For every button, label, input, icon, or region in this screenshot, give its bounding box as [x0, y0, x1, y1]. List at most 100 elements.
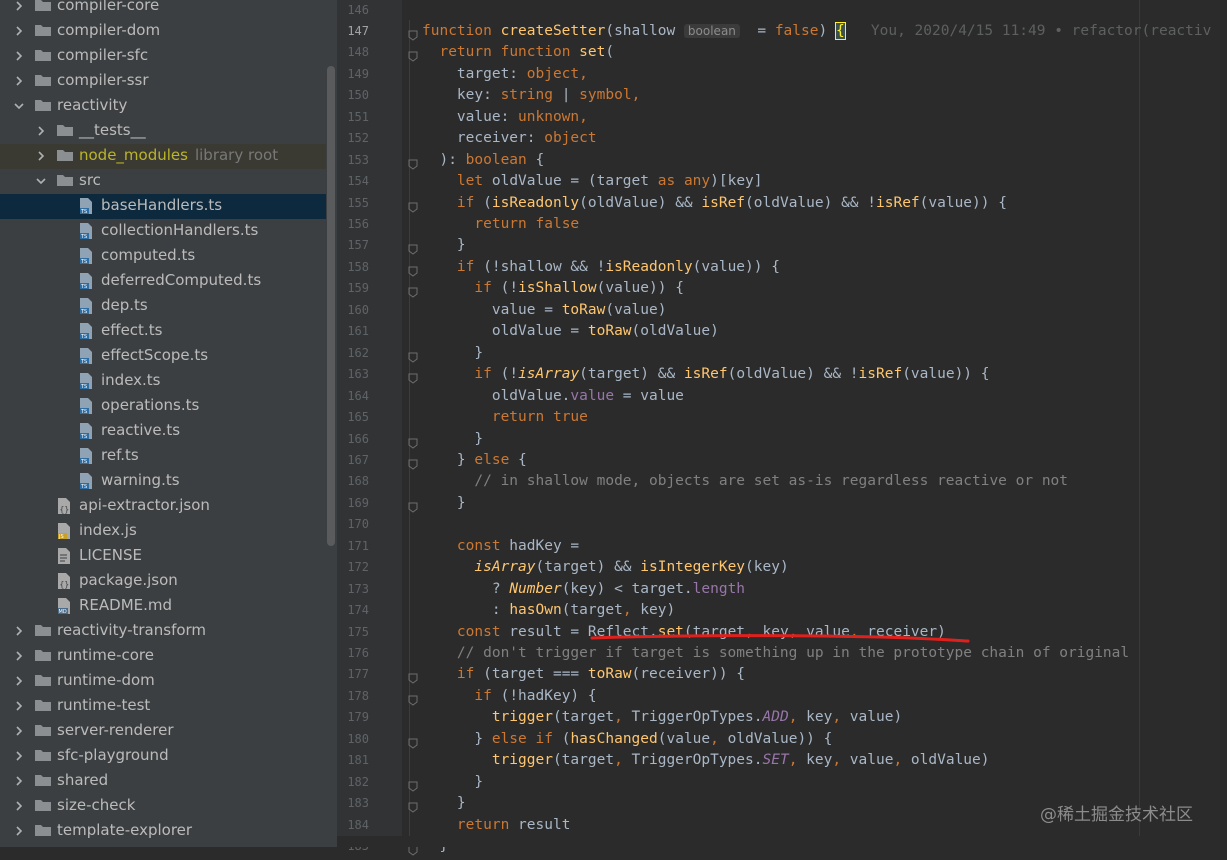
tree-item[interactable]: {} api-extractor.json [0, 494, 326, 519]
code-line[interactable]: if (!isArray(target) && isRef(oldValue) … [422, 364, 989, 385]
tree-item[interactable]: compiler-core [0, 0, 326, 19]
code-line[interactable]: let oldValue = (target as any)[key] [422, 171, 763, 192]
code-line[interactable]: oldValue.value = value [422, 386, 684, 407]
chevron-right-icon[interactable] [12, 697, 26, 715]
tree-item[interactable]: runtime-core [0, 644, 326, 669]
code-line[interactable]: if (target === toRaw(receiver)) { [422, 664, 745, 685]
code-line[interactable]: } [422, 343, 483, 364]
code-line[interactable]: return result [422, 815, 571, 836]
chevron-right-icon[interactable] [12, 747, 26, 765]
code-line[interactable]: } else if (hasChanged(value, oldValue)) … [422, 729, 832, 750]
tree-item[interactable]: node_modules library root [0, 144, 326, 169]
tree-item[interactable]: compiler-sfc [0, 44, 326, 69]
fold-marker-icon[interactable] [408, 262, 418, 277]
tree-item[interactable]: reactivity-transform [0, 619, 326, 644]
code-line[interactable]: ): boolean { [422, 150, 544, 171]
fold-marker-icon[interactable] [408, 798, 418, 813]
fold-marker-icon[interactable] [408, 691, 418, 706]
fold-marker-icon[interactable] [408, 434, 418, 449]
code-line[interactable]: trigger(target, TriggerOpTypes.ADD, key,… [422, 707, 902, 728]
tree-item[interactable]: TS baseHandlers.ts [0, 194, 326, 219]
tree-item[interactable]: TS collectionHandlers.ts [0, 219, 326, 244]
code-line[interactable]: if (!hadKey) { [422, 686, 596, 707]
chevron-right-icon[interactable] [12, 0, 26, 15]
chevron-right-icon[interactable] [34, 147, 48, 165]
chevron-right-icon[interactable] [12, 797, 26, 815]
code-line[interactable]: : hasOwn(target, key) [422, 600, 675, 621]
tree-item[interactable]: __tests__ [0, 119, 326, 144]
tree-item[interactable]: shared [0, 769, 326, 794]
tree-item[interactable]: {} package.json [0, 569, 326, 594]
chevron-right-icon[interactable] [12, 822, 26, 840]
tree-item[interactable]: server-renderer [0, 719, 326, 744]
code-line[interactable]: ? Number(key) < target.length [422, 579, 745, 600]
chevron-right-icon[interactable] [12, 722, 26, 740]
chevron-right-icon[interactable] [12, 672, 26, 690]
tree-item[interactable]: size-check [0, 794, 326, 819]
code-line[interactable]: } [422, 429, 483, 450]
code-line[interactable]: oldValue = toRaw(oldValue) [422, 321, 719, 342]
code-line[interactable]: if (isReadonly(oldValue) && isRef(oldVal… [422, 193, 1007, 214]
code-line[interactable]: target: object, [422, 64, 588, 85]
code-line[interactable]: receiver: object [422, 128, 597, 149]
fold-marker-icon[interactable] [408, 47, 418, 63]
code-line[interactable]: } [422, 235, 466, 256]
chevron-right-icon[interactable] [34, 122, 48, 140]
code-line[interactable]: // in shallow mode, objects are set as-i… [422, 471, 1068, 492]
tree-item[interactable]: TS index.ts [0, 369, 326, 394]
tree-item[interactable]: reactivity [0, 94, 326, 119]
fold-marker-icon[interactable] [408, 369, 418, 384]
code-line[interactable]: trigger(target, TriggerOpTypes.SET, key,… [422, 750, 990, 771]
fold-marker-icon[interactable] [408, 348, 418, 363]
code-line[interactable]: return true [422, 407, 588, 428]
tree-item[interactable]: TS reactive.ts [0, 419, 326, 444]
code-line[interactable]: value = toRaw(value) [422, 300, 667, 321]
code-line[interactable]: const hadKey = [422, 536, 579, 557]
tree-item[interactable]: TS effectScope.ts [0, 344, 326, 369]
chevron-down-icon[interactable] [34, 172, 48, 190]
fold-marker-icon[interactable] [408, 26, 418, 41]
chevron-right-icon[interactable] [12, 72, 26, 90]
tree-item[interactable]: TS operations.ts [0, 394, 326, 419]
code-line[interactable]: } [422, 793, 466, 814]
fold-marker-icon[interactable] [408, 455, 418, 470]
chevron-right-icon[interactable] [12, 47, 26, 65]
tree-item[interactable]: runtime-dom [0, 669, 326, 694]
fold-marker-icon[interactable] [408, 155, 418, 170]
tree-item[interactable]: compiler-dom [0, 19, 326, 44]
code-line[interactable]: key: string | symbol, [422, 85, 640, 106]
code-line[interactable]: return false [422, 214, 579, 235]
fold-marker-icon[interactable] [408, 283, 418, 298]
fold-marker-icon[interactable] [408, 240, 418, 256]
tree-item[interactable]: src [0, 169, 326, 194]
tree-item[interactable]: template-explorer [0, 819, 326, 844]
code-line[interactable]: if (!isShallow(value)) { [422, 278, 684, 299]
editor-horizontal-scrollbar[interactable] [337, 836, 1227, 847]
tree-item[interactable]: TS effect.ts [0, 319, 326, 344]
tree-item[interactable]: runtime-test [0, 694, 326, 719]
fold-marker-icon[interactable] [408, 669, 418, 685]
tree-item[interactable]: JS index.js [0, 519, 326, 544]
tree-item[interactable]: TS ref.ts [0, 444, 326, 469]
code-line[interactable]: } else { [422, 450, 527, 471]
tree-item[interactable]: LICENSE [0, 544, 326, 569]
chevron-right-icon[interactable] [12, 22, 26, 40]
fold-marker-icon[interactable] [408, 498, 418, 513]
fold-marker-icon[interactable] [408, 734, 418, 749]
tree-item[interactable]: MD README.md [0, 594, 326, 619]
tree-item[interactable]: TS dep.ts [0, 294, 326, 319]
chevron-right-icon[interactable] [12, 772, 26, 790]
tree-item[interactable]: sfc-playground [0, 744, 326, 769]
tree-item[interactable]: TS computed.ts [0, 244, 326, 269]
fold-marker-icon[interactable] [408, 198, 418, 213]
code-line[interactable]: } [422, 772, 483, 793]
chevron-down-icon[interactable] [12, 97, 26, 115]
fold-marker-icon[interactable] [408, 777, 418, 792]
code-line[interactable]: function createSetter(shallow boolean = … [422, 21, 1211, 42]
code-line[interactable]: if (!shallow && !isReadonly(value)) { [422, 257, 780, 278]
tree-item[interactable]: compiler-ssr [0, 69, 326, 94]
tree-item[interactable]: TS deferredComputed.ts [0, 269, 326, 294]
chevron-right-icon[interactable] [12, 647, 26, 665]
code-line[interactable]: value: unknown, [422, 107, 588, 128]
code-line[interactable]: } [422, 493, 466, 514]
